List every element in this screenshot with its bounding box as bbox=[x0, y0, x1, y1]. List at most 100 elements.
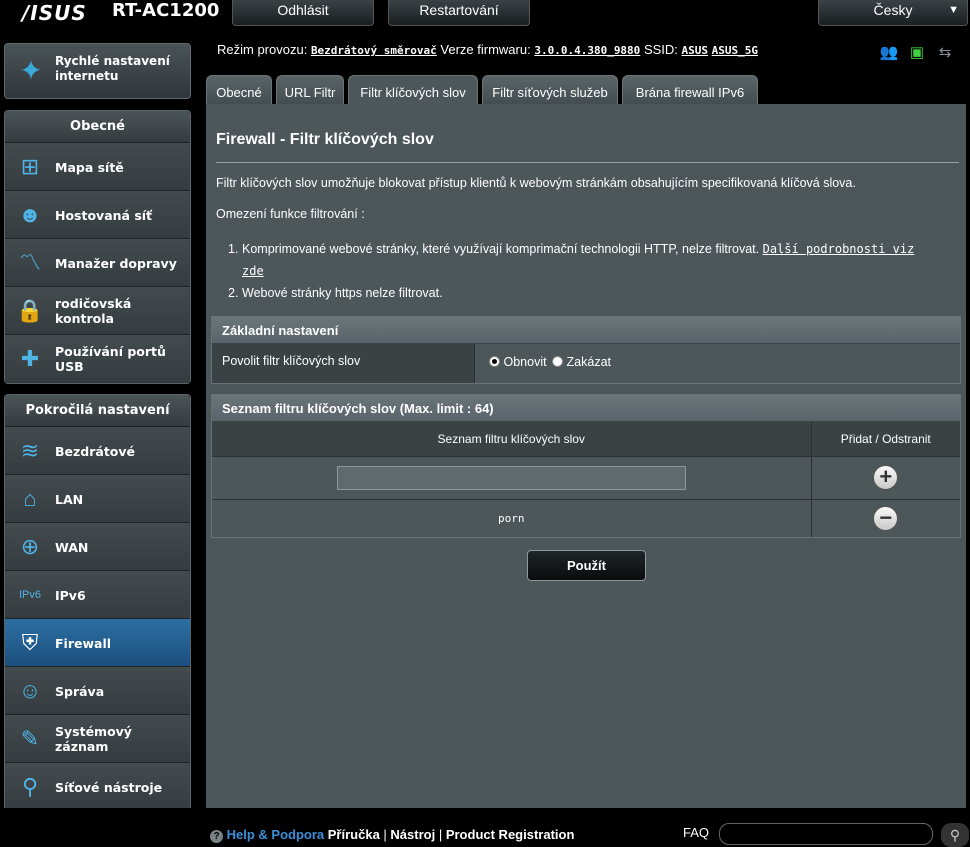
guest-network-icon: ☻ bbox=[18, 202, 42, 227]
sidebar-item-label: WAN bbox=[55, 539, 89, 555]
column-header-keyword: Seznam filtru klíčových slov bbox=[212, 422, 812, 457]
sidebar-item-wireless[interactable]: ≋ Bezdrátové bbox=[5, 427, 190, 475]
tab-network-service-filter[interactable]: Filtr síťových služeb bbox=[482, 75, 618, 104]
chevron-down-icon: ▼ bbox=[948, 4, 959, 16]
basic-settings-title: Základní nastavení bbox=[212, 317, 960, 344]
new-keyword-cell bbox=[212, 455, 812, 499]
table-row: + bbox=[212, 455, 960, 499]
usb-status-icon[interactable]: ⇆ bbox=[934, 43, 956, 61]
list-item-text: Komprimované webové stránky, které využí… bbox=[242, 242, 760, 256]
help-support: ? Help & Podpora Příručka | Nástroj | Pr… bbox=[210, 827, 574, 843]
enable-radio-label[interactable]: Obnovit bbox=[503, 355, 546, 369]
sidebar-item-label: Používání portů USB bbox=[55, 344, 166, 374]
quick-setup-button[interactable]: ✦ Rychlé nastavení internetu bbox=[4, 43, 191, 99]
new-keyword-input[interactable] bbox=[336, 465, 686, 490]
sidebar-item-label: Systémový záznam bbox=[55, 724, 132, 754]
sidebar-item-wan[interactable]: ⊕ WAN bbox=[5, 523, 190, 571]
column-header-action: Přidat / Odstranit bbox=[811, 422, 960, 457]
table-row: porn − bbox=[212, 498, 960, 537]
parental-control-icon: 🔒 bbox=[16, 298, 44, 323]
clients-icon[interactable]: 👥 bbox=[878, 43, 900, 61]
top-bar: /ISUS RT-AC1200 Odhlásit Restartování Če… bbox=[0, 0, 970, 30]
list-item: 2. Webové stránky https nelze filtrovat. bbox=[228, 282, 942, 304]
enable-filter-options: Obnovit Zakázat bbox=[475, 344, 960, 383]
general-menu: Obecné ⊞ Mapa sítě ☻ Hostovaná síť 〽 Man… bbox=[4, 110, 191, 384]
operation-mode-link[interactable]: Bezdrátový směrovač bbox=[311, 44, 437, 57]
disable-radio[interactable] bbox=[552, 356, 564, 367]
add-icon[interactable]: + bbox=[873, 465, 899, 490]
sidebar-item-label: IPv6 bbox=[55, 587, 86, 603]
sidebar-item-guest-network[interactable]: ☻ Hostovaná síť bbox=[5, 191, 190, 239]
limitations-title: Omezení funkce filtrování : bbox=[216, 207, 365, 221]
ssid-label: SSID: bbox=[643, 42, 678, 57]
keyword-cell: porn bbox=[212, 498, 812, 537]
firmware-version-link[interactable]: 3.0.0.4.380_9880 bbox=[534, 44, 640, 57]
ipv6-icon: IPv6 bbox=[18, 589, 41, 601]
add-cell: + bbox=[811, 455, 960, 499]
usb-application-icon: ✚ bbox=[20, 346, 40, 371]
status-icons: 👥 ▣ ⇆ bbox=[878, 43, 963, 63]
enable-filter-row: Povolit filtr klíčových slov Obnovit Zak… bbox=[212, 344, 960, 383]
ssid-link-5g[interactable]: ASUS_5G bbox=[712, 44, 758, 57]
status-info-line: Režim provozu: Bezdrátový směrovač Verze… bbox=[217, 42, 758, 57]
sidebar-item-network-map[interactable]: ⊞ Mapa sítě bbox=[5, 143, 190, 191]
tab-keyword-filter[interactable]: Filtr klíčových slov bbox=[348, 75, 478, 104]
keyword-list-section: Seznam filtru klíčových slov (Max. limit… bbox=[211, 394, 961, 538]
enable-radio[interactable] bbox=[489, 356, 500, 367]
remove-icon[interactable]: − bbox=[873, 505, 899, 531]
traffic-manager-icon: 〽 bbox=[18, 250, 41, 275]
restart-button[interactable]: Restartování bbox=[388, 0, 530, 26]
keyword-value: porn bbox=[498, 512, 525, 526]
wireless-icon: ≋ bbox=[20, 438, 40, 463]
sidebar-item-parental-control[interactable]: 🔒 rodičovská kontrola bbox=[5, 287, 190, 335]
quick-setup-label: Rychlé nastavení internetu bbox=[55, 54, 170, 83]
network-map-icon: ⊞ bbox=[20, 154, 40, 179]
sidebar-item-system-log[interactable]: ✎ Systémový záznam bbox=[5, 715, 190, 763]
sidebar-item-label: Správa bbox=[55, 683, 105, 699]
sidebar-item-label: LAN bbox=[55, 491, 84, 507]
page-description: Filtr klíčových slov umožňuje blokovat p… bbox=[216, 176, 856, 190]
main-panel: Firewall - Filtr klíčových slov Filtr kl… bbox=[206, 104, 966, 808]
footer: ? Help & Podpora Příručka | Nástroj | Pr… bbox=[0, 808, 970, 847]
firmware-label: Verze firmwaru: bbox=[440, 42, 531, 57]
sidebar-item-label: Mapa sítě bbox=[55, 159, 124, 175]
sidebar-item-administration[interactable]: ☺ Správa bbox=[5, 667, 190, 715]
ssid-link-2g[interactable]: ASUS bbox=[682, 44, 709, 57]
sidebar-item-ipv6[interactable]: IPv6 IPv6 bbox=[5, 571, 190, 619]
sidebar-item-label: rodičovská kontrola bbox=[55, 296, 132, 326]
faq-label: FAQ bbox=[683, 825, 710, 840]
sidebar-item-lan[interactable]: ⌂ LAN bbox=[5, 475, 190, 523]
keyword-list-title: Seznam filtru klíčových slov (Max. limit… bbox=[212, 395, 960, 422]
sidebar-item-firewall[interactable]: ⛨ Firewall bbox=[5, 619, 190, 667]
internet-status-icon[interactable]: ▣ bbox=[906, 43, 928, 61]
logout-button[interactable]: Odhlásit bbox=[232, 0, 374, 26]
search-icon[interactable]: ⚲ bbox=[941, 823, 969, 847]
list-item: 1. Komprimované webové stránky, které vy… bbox=[228, 238, 942, 282]
model-name: RT-AC1200 bbox=[112, 0, 220, 21]
sidebar-item-network-tools[interactable]: ⚲ Síťové nástroje bbox=[5, 763, 190, 811]
language-label: Česky bbox=[873, 2, 913, 18]
shield-icon: ⛨ bbox=[21, 630, 39, 655]
tab-url-filter[interactable]: URL Filtr bbox=[276, 75, 344, 104]
tab-ipv6-firewall[interactable]: Brána firewall IPv6 bbox=[622, 75, 758, 104]
page-title: Firewall - Filtr klíčových slov bbox=[216, 131, 434, 148]
tab-general[interactable]: Obecné bbox=[206, 75, 272, 104]
keyword-table: Seznam filtru klíčových slov Přidat / Od… bbox=[212, 422, 960, 537]
sidebar-item-label: Manažer dopravy bbox=[55, 255, 177, 271]
sidebar-item-label: Bezdrátové bbox=[55, 443, 136, 459]
list-item-text: Webové stránky https nelze filtrovat. bbox=[242, 286, 443, 300]
title-divider bbox=[216, 162, 959, 163]
language-select[interactable]: Česky ▼ bbox=[818, 0, 968, 26]
sidebar-item-traffic-manager[interactable]: 〽 Manažer dopravy bbox=[5, 239, 190, 287]
table-header-row: Seznam filtru klíčových slov Přidat / Od… bbox=[212, 422, 960, 457]
faq-search-input[interactable] bbox=[719, 823, 933, 845]
list-number: 2. bbox=[228, 286, 239, 300]
apply-button[interactable]: Použít bbox=[527, 550, 646, 581]
sidebar-item-label: Firewall bbox=[55, 635, 112, 651]
disable-radio-label[interactable]: Zakázat bbox=[567, 355, 611, 369]
advanced-menu-title: Pokročilá nastavení bbox=[5, 395, 190, 427]
sidebar-item-usb-application[interactable]: ✚ Používání portů USB bbox=[5, 335, 190, 383]
advanced-menu: Pokročilá nastavení ≋ Bezdrátové ⌂ LAN ⊕… bbox=[4, 394, 191, 812]
general-menu-title: Obecné bbox=[5, 111, 190, 143]
operation-mode-label: Režim provozu: bbox=[217, 42, 308, 57]
